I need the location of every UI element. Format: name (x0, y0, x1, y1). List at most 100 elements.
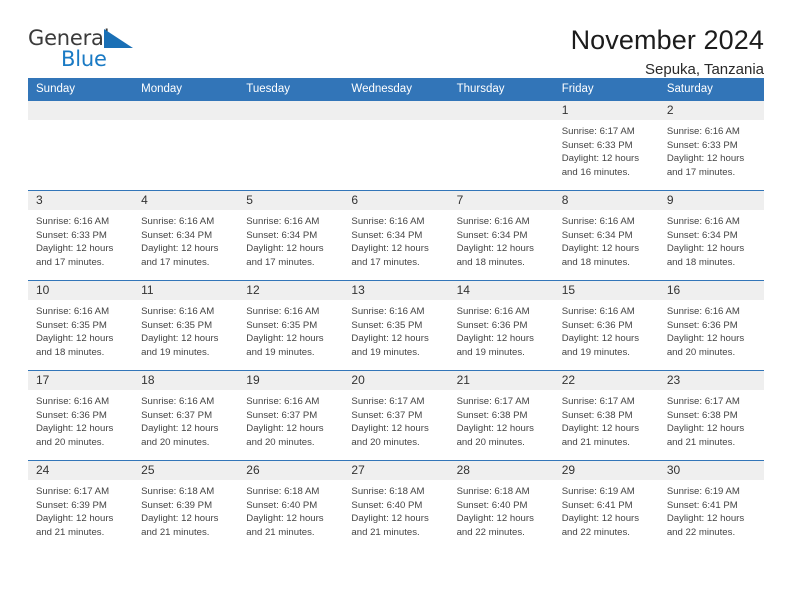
day-details: Sunrise: 6:18 AM Sunset: 6:39 PM Daylight:… (133, 480, 238, 539)
calendar-day-cell[interactable]: 27 Sunrise: 6:18 AM Sunset: 6:40 PM Dayligh… (343, 460, 449, 551)
calendar-table: Sunday Monday Tuesday Wednesday Thursday… (28, 78, 764, 551)
calendar-day-cell[interactable]: 6 Sunrise: 6:16 AM Sunset: 6:34 PM Daylight… (343, 190, 449, 281)
sunrise-text: Sunrise: 6:17 AM (561, 126, 635, 137)
page-header: General Blue November 2024 Sepuka, Tanza… (28, 0, 764, 78)
calendar-week-row: 24 Sunrise: 6:17 AM Sunset: 6:39 PM Dayligh… (28, 460, 764, 551)
triangle-wedge-icon (104, 29, 133, 48)
sunset-text: Sunset: 6:33 PM (666, 139, 738, 151)
day-number: 26 (238, 461, 344, 480)
daylight-text-line2: and 19 minutes. (246, 346, 315, 358)
calendar-day-cell[interactable]: 28 Sunrise: 6:18 AM Sunset: 6:40 PM Dayligh… (448, 460, 554, 551)
daylight-text-line2: and 22 minutes. (666, 526, 736, 538)
sunset-text: Sunset: 6:36 PM (36, 409, 107, 421)
calendar-day-cell[interactable]: 3 Sunrise: 6:16 AM Sunset: 6:33 PM Daylight… (28, 190, 134, 281)
calendar-week-row: 10 Sunrise: 6:16 AM Sunset: 6:35 PM Dayligh… (28, 280, 764, 371)
daylight-text-line1: Daylight: 12 hours (561, 513, 640, 525)
day-number: 11 (133, 281, 239, 300)
calendar-day-cell[interactable]: 11 Sunrise: 6:16 AM Sunset: 6:35 PM Dayligh… (133, 280, 239, 371)
sunset-text: Sunset: 6:35 PM (351, 319, 423, 331)
sunset-text: Sunset: 6:37 PM (141, 409, 213, 421)
sunset-text: Sunset: 6:38 PM (456, 409, 528, 421)
sunset-text: Sunset: 6:36 PM (561, 319, 633, 331)
calendar-day-cell[interactable]: 24 Sunrise: 6:17 AM Sunset: 6:39 PM Dayligh… (28, 460, 134, 551)
calendar-day-cell[interactable]: 9 Sunrise: 6:16 AM Sunset: 6:34 PM Daylight… (658, 190, 764, 281)
daylight-text-line2: and 20 minutes. (456, 436, 525, 448)
calendar-header-row: Sunday Monday Tuesday Wednesday Thursday… (28, 78, 764, 101)
day-number: 18 (133, 371, 239, 390)
sunrise-text: Sunrise: 6:18 AM (351, 486, 425, 497)
day-details: Sunrise: 6:16 AM Sunset: 6:34 PM Daylight:… (659, 210, 764, 269)
weekday-header-friday: Friday (553, 78, 659, 101)
day-number: 9 (658, 191, 764, 210)
day-number: 29 (553, 461, 659, 480)
day-details: Sunrise: 6:16 AM Sunset: 6:34 PM Daylight:… (133, 210, 238, 269)
daylight-text-line2: and 20 minutes. (351, 436, 420, 448)
calendar-day-cell[interactable]: 29 Sunrise: 6:19 AM Sunset: 6:41 PM Dayligh… (553, 460, 659, 551)
brand-logo[interactable]: General Blue (28, 24, 140, 72)
daylight-text-line2: and 18 minutes. (456, 256, 525, 268)
sunset-text: Sunset: 6:38 PM (561, 409, 633, 421)
calendar-day-cell[interactable]: 2 Sunrise: 6:16 AM Sunset: 6:33 PM Daylight… (658, 100, 764, 191)
daylight-text-line2: and 20 minutes. (666, 346, 736, 358)
sunrise-text: Sunrise: 6:16 AM (561, 216, 635, 227)
calendar-day-cell[interactable]: 5 Sunrise: 6:16 AM Sunset: 6:34 PM Daylight… (238, 190, 344, 281)
day-details: Sunrise: 6:16 AM Sunset: 6:34 PM Daylight:… (238, 210, 343, 269)
daylight-text-line2: and 19 minutes. (561, 346, 630, 358)
daylight-text-line1: Daylight: 12 hours (246, 243, 324, 255)
daylight-text-line1: Daylight: 12 hours (141, 423, 219, 435)
sunrise-text: Sunrise: 6:18 AM (141, 486, 215, 497)
calendar-day-cell[interactable]: 7 Sunrise: 6:16 AM Sunset: 6:34 PM Daylight… (448, 190, 554, 281)
daylight-text-line2: and 19 minutes. (141, 346, 210, 358)
title-block: November 2024 Sepuka, Tanzania (571, 24, 764, 81)
calendar-page: General Blue November 2024 Sepuka, Tanza… (0, 0, 792, 612)
calendar-day-cell[interactable]: 30 Sunrise: 6:19 AM Sunset: 6:41 PM Dayligh… (658, 460, 764, 551)
calendar-day-cell[interactable]: 16 Sunrise: 6:16 AM Sunset: 6:36 PM Dayligh… (658, 280, 764, 371)
daylight-text-line2: and 19 minutes. (456, 346, 525, 358)
sunrise-text: Sunrise: 6:16 AM (456, 306, 530, 317)
calendar-day-cell[interactable]: 14 Sunrise: 6:16 AM Sunset: 6:36 PM Dayligh… (448, 280, 554, 371)
calendar-day-cell[interactable]: 13 Sunrise: 6:16 AM Sunset: 6:35 PM Dayligh… (343, 280, 449, 371)
calendar-day-cell[interactable]: 23 Sunrise: 6:17 AM Sunset: 6:38 PM Dayligh… (658, 370, 764, 461)
daylight-text-line2: and 21 minutes. (36, 526, 105, 538)
calendar-week-row: 17 Sunrise: 6:16 AM Sunset: 6:36 PM Dayligh… (28, 370, 764, 461)
calendar-day-cell[interactable]: 17 Sunrise: 6:16 AM Sunset: 6:36 PM Dayligh… (28, 370, 134, 461)
daylight-text-line2: and 16 minutes. (561, 166, 630, 178)
calendar-day-cell[interactable]: 26 Sunrise: 6:18 AM Sunset: 6:40 PM Dayligh… (238, 460, 344, 551)
calendar-day-cell[interactable]: 25 Sunrise: 6:18 AM Sunset: 6:39 PM Dayligh… (133, 460, 239, 551)
brand-word-blue: Blue (61, 47, 107, 71)
daylight-text-line1: Daylight: 12 hours (36, 423, 114, 435)
daylight-text-line1: Daylight: 12 hours (36, 243, 114, 255)
sunset-text: Sunset: 6:40 PM (246, 499, 318, 511)
sunrise-text: Sunrise: 6:16 AM (456, 216, 530, 227)
day-details: Sunrise: 6:18 AM Sunset: 6:40 PM Daylight:… (238, 480, 343, 539)
calendar-day-cell[interactable]: 15 Sunrise: 6:16 AM Sunset: 6:36 PM Dayligh… (553, 280, 659, 371)
calendar-day-cell[interactable]: 18 Sunrise: 6:16 AM Sunset: 6:37 PM Dayligh… (133, 370, 239, 461)
calendar-day-cell[interactable]: 19 Sunrise: 6:16 AM Sunset: 6:37 PM Dayligh… (238, 370, 344, 461)
day-number: 15 (553, 281, 659, 300)
day-number: 24 (28, 461, 134, 480)
day-number: 4 (133, 191, 239, 210)
calendar-day-cell[interactable]: 10 Sunrise: 6:16 AM Sunset: 6:35 PM Dayligh… (28, 280, 134, 371)
sunset-text: Sunset: 6:39 PM (36, 499, 107, 511)
day-details: Sunrise: 6:16 AM Sunset: 6:37 PM Daylight:… (238, 390, 343, 449)
calendar-day-cell[interactable]: 22 Sunrise: 6:17 AM Sunset: 6:38 PM Dayligh… (553, 370, 659, 461)
sunrise-text: Sunrise: 6:19 AM (666, 486, 740, 497)
daylight-text-line1: Daylight: 12 hours (351, 423, 429, 435)
daylight-text-line1: Daylight: 12 hours (666, 243, 745, 255)
calendar-cell-empty (133, 100, 239, 191)
daylight-text-line2: and 20 minutes. (246, 436, 315, 448)
calendar-day-cell[interactable]: 1 Sunrise: 6:17 AM Sunset: 6:33 PM Daylight… (553, 100, 659, 191)
day-details: Sunrise: 6:19 AM Sunset: 6:41 PM Daylight:… (554, 480, 659, 539)
weekday-header-thursday: Thursday (448, 78, 554, 101)
day-number: 8 (553, 191, 659, 210)
calendar-day-cell[interactable]: 12 Sunrise: 6:16 AM Sunset: 6:35 PM Dayligh… (238, 280, 344, 371)
calendar-day-cell[interactable]: 20 Sunrise: 6:17 AM Sunset: 6:37 PM Dayligh… (343, 370, 449, 461)
daylight-text-line2: and 22 minutes. (561, 526, 630, 538)
sunrise-text: Sunrise: 6:16 AM (666, 126, 740, 137)
calendar-day-cell[interactable]: 4 Sunrise: 6:16 AM Sunset: 6:34 PM Daylight… (133, 190, 239, 281)
sunrise-text: Sunrise: 6:16 AM (36, 216, 110, 227)
day-number: 12 (238, 281, 344, 300)
calendar-day-cell[interactable]: 21 Sunrise: 6:17 AM Sunset: 6:38 PM Dayligh… (448, 370, 554, 461)
sunrise-text: Sunrise: 6:19 AM (561, 486, 635, 497)
calendar-day-cell[interactable]: 8 Sunrise: 6:16 AM Sunset: 6:34 PM Daylight… (553, 190, 659, 281)
